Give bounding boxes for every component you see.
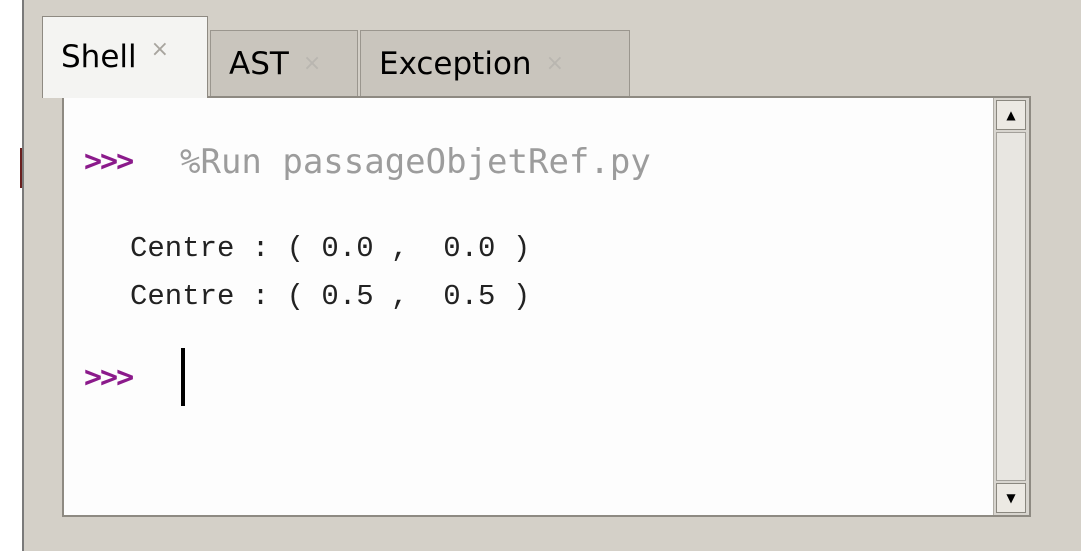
output-line: Centre : ( 0.0 , 0.0 ) xyxy=(130,232,531,265)
scroll-up-arrow-icon[interactable]: ▲ xyxy=(996,100,1026,130)
tab-shell[interactable]: Shell × xyxy=(42,16,208,98)
scroll-down-arrow-icon[interactable]: ▼ xyxy=(996,483,1026,513)
text-cursor xyxy=(181,348,185,406)
vertical-scrollbar[interactable]: ▲ ▼ xyxy=(993,98,1029,515)
shell-output-area[interactable]: >>> %Run passageObjetRef.py Centre : ( 0… xyxy=(64,98,993,515)
shell-prompt: >>> xyxy=(84,360,134,395)
tab-exception-label: Exception xyxy=(379,45,532,82)
shell-prompt: >>> xyxy=(84,144,134,179)
tab-ast[interactable]: AST × xyxy=(210,30,358,96)
tab-strip: Shell × AST × Exception × xyxy=(42,16,1002,98)
shell-panel[interactable]: >>> %Run passageObjetRef.py Centre : ( 0… xyxy=(62,96,1031,517)
tab-exception[interactable]: Exception × xyxy=(360,30,630,96)
tab-ast-label: AST xyxy=(229,45,289,82)
close-icon[interactable]: × xyxy=(151,39,169,61)
close-icon[interactable]: × xyxy=(546,52,564,75)
close-icon[interactable]: × xyxy=(303,52,321,75)
tab-shell-label: Shell xyxy=(61,39,137,75)
run-command: %Run passageObjetRef.py xyxy=(180,142,651,182)
output-line: Centre : ( 0.5 , 0.5 ) xyxy=(130,280,531,313)
scrollbar-thumb[interactable] xyxy=(996,132,1026,481)
